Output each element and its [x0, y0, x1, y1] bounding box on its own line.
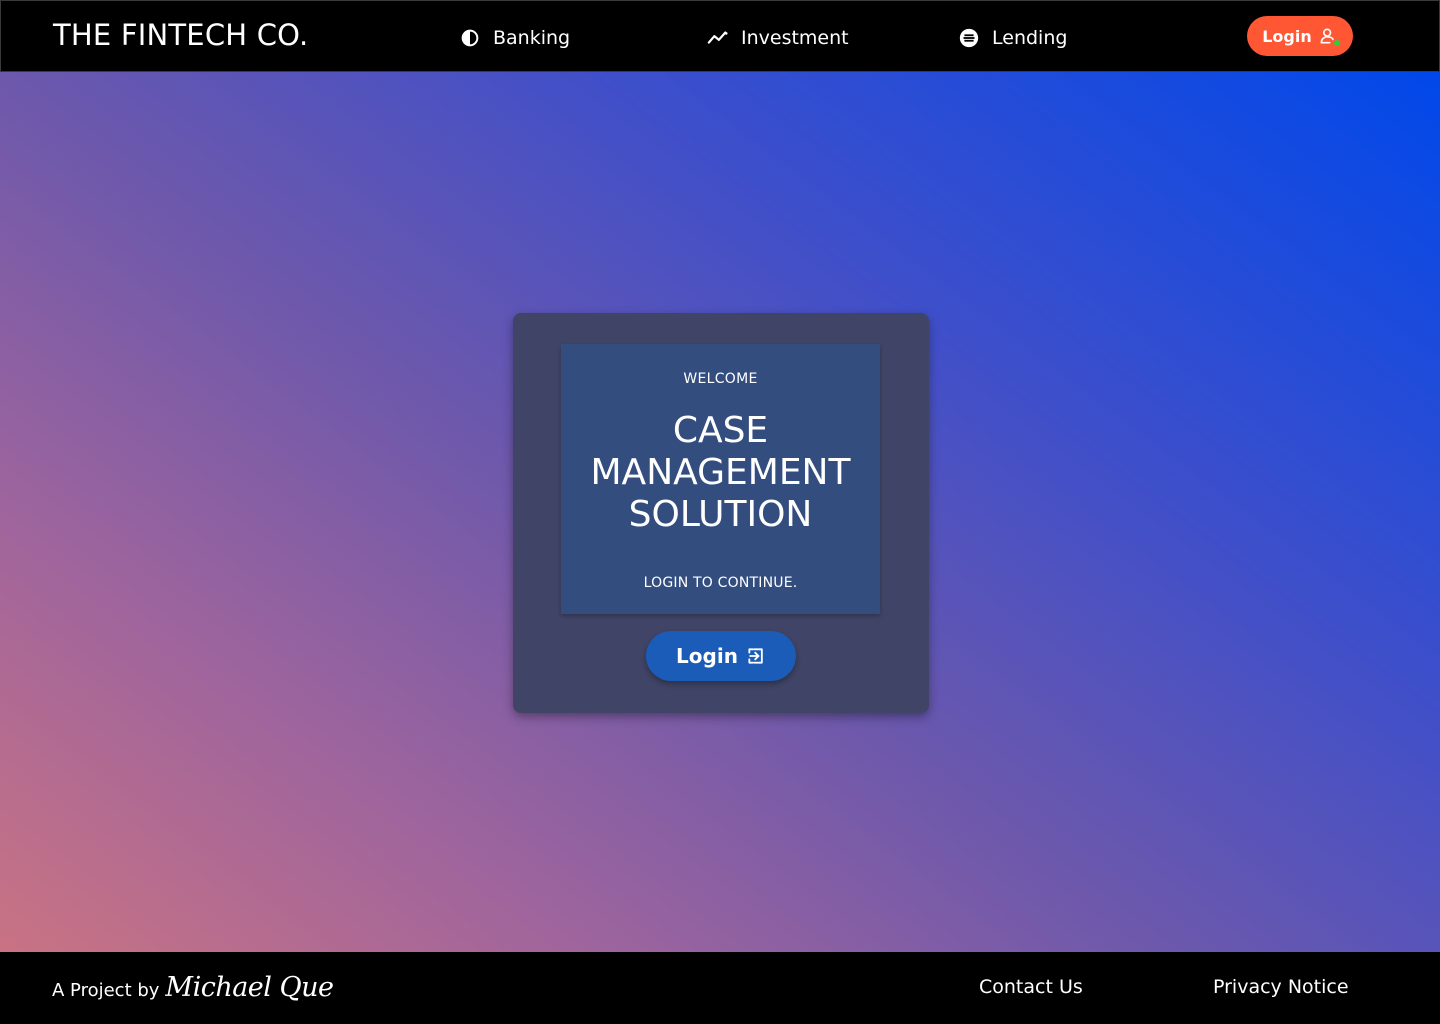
login-enter-icon — [746, 646, 766, 666]
welcome-text: WELCOME — [683, 371, 758, 387]
half-drop-icon — [459, 27, 481, 49]
header-login-label: Login — [1262, 26, 1312, 46]
title-line-1: CASE — [672, 410, 769, 451]
title-line-3: SOLUTION — [628, 494, 813, 535]
privacy-notice-link[interactable]: Privacy Notice — [1213, 976, 1349, 998]
hero-background: WELCOME CASE MANAGEMENT SOLUTION LOGIN T… — [0, 72, 1440, 952]
nav-banking[interactable]: Banking — [459, 25, 570, 51]
project-credit: A Project by Michael Que — [52, 972, 334, 1003]
page-title: CASE MANAGEMENT SOLUTION — [561, 410, 880, 536]
title-line-2: MANAGEMENT — [590, 452, 851, 493]
author-signature: Michael Que — [165, 972, 334, 1003]
user-online-icon — [1318, 26, 1340, 46]
nav-investment[interactable]: Investment — [707, 25, 849, 51]
nav-banking-label: Banking — [493, 27, 571, 49]
footer: A Project by Michael Que Contact Us Priv… — [0, 952, 1440, 1024]
brand-logo[interactable]: THE FINTECH CO. — [53, 18, 308, 52]
online-status-dot — [1333, 40, 1340, 46]
login-prompt-text: LOGIN TO CONTINUE. — [643, 575, 798, 591]
welcome-panel: WELCOME CASE MANAGEMENT SOLUTION LOGIN T… — [561, 344, 880, 614]
coin-icon — [958, 27, 980, 49]
nav-lending-label: Lending — [992, 27, 1068, 49]
top-navbar: THE FINTECH CO. Banking Investment Lendi… — [0, 0, 1440, 72]
login-card: WELCOME CASE MANAGEMENT SOLUTION LOGIN T… — [513, 313, 929, 713]
login-button[interactable]: Login — [646, 631, 796, 681]
header-login-button[interactable]: Login — [1247, 16, 1353, 56]
login-button-label: Login — [676, 644, 738, 668]
trend-line-icon — [707, 27, 729, 49]
contact-us-link[interactable]: Contact Us — [979, 976, 1083, 998]
credit-prefix: A Project by — [52, 980, 160, 1001]
nav-investment-label: Investment — [741, 27, 849, 49]
nav-lending[interactable]: Lending — [958, 25, 1067, 51]
